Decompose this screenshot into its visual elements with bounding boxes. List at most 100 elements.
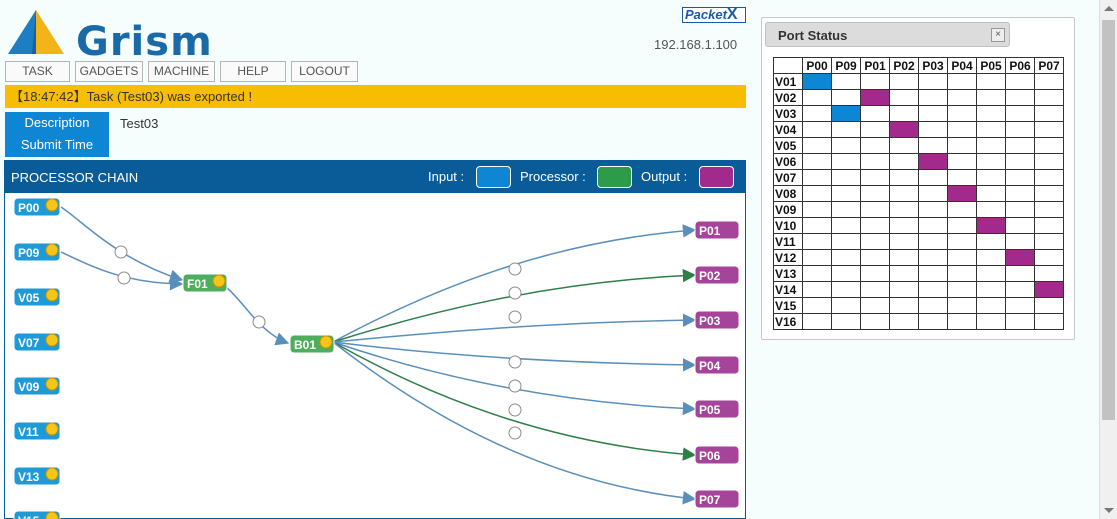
port-cell[interactable] xyxy=(1005,281,1035,298)
port-cell[interactable] xyxy=(1034,217,1064,234)
port-cell[interactable] xyxy=(889,249,919,266)
port-cell[interactable] xyxy=(1005,121,1035,138)
port-cell[interactable] xyxy=(860,265,890,282)
port-cell[interactable] xyxy=(1034,105,1064,122)
port-cell[interactable] xyxy=(976,281,1006,298)
port-cell[interactable] xyxy=(860,169,890,186)
port-cell[interactable] xyxy=(976,249,1006,266)
port-cell[interactable] xyxy=(976,153,1006,170)
port-cell[interactable] xyxy=(802,249,832,266)
port-cell[interactable] xyxy=(1034,89,1064,106)
port-cell[interactable] xyxy=(976,137,1006,154)
port-cell[interactable] xyxy=(1034,201,1064,218)
port-cell[interactable] xyxy=(947,137,977,154)
port-status-tab[interactable]: Port Status × xyxy=(765,22,1010,47)
port-cell[interactable] xyxy=(831,281,861,298)
port-cell[interactable] xyxy=(1034,121,1064,138)
port-cell[interactable] xyxy=(860,297,890,314)
port-cell[interactable] xyxy=(831,265,861,282)
port-cell[interactable] xyxy=(1005,313,1035,330)
port-cell[interactable] xyxy=(918,201,948,218)
port-cell[interactable] xyxy=(860,73,890,90)
close-icon[interactable]: × xyxy=(991,28,1005,42)
port-cell-active[interactable] xyxy=(1005,249,1035,266)
port-cell[interactable] xyxy=(947,313,977,330)
port-cell[interactable] xyxy=(947,281,977,298)
port-cell[interactable] xyxy=(860,313,890,330)
port-cell[interactable] xyxy=(918,73,948,90)
port-cell[interactable] xyxy=(947,297,977,314)
port-cell[interactable] xyxy=(1034,297,1064,314)
port-cell[interactable] xyxy=(831,73,861,90)
port-cell[interactable] xyxy=(802,105,832,122)
port-cell[interactable] xyxy=(860,249,890,266)
port-cell[interactable] xyxy=(831,121,861,138)
port-cell[interactable] xyxy=(1034,313,1064,330)
port-cell[interactable] xyxy=(1034,265,1064,282)
port-cell[interactable] xyxy=(802,153,832,170)
port-cell[interactable] xyxy=(1005,265,1035,282)
link-handle[interactable] xyxy=(114,245,128,259)
port-cell[interactable] xyxy=(947,153,977,170)
port-cell[interactable] xyxy=(918,121,948,138)
port-cell[interactable] xyxy=(976,169,1006,186)
port-cell[interactable] xyxy=(802,137,832,154)
menu-help-button[interactable]: HELP xyxy=(220,61,286,82)
link-handle[interactable] xyxy=(508,286,522,300)
port-cell[interactable] xyxy=(947,233,977,250)
port-cell[interactable] xyxy=(976,233,1006,250)
port-cell-active[interactable] xyxy=(802,73,832,90)
port-cell[interactable] xyxy=(889,201,919,218)
port-cell[interactable] xyxy=(918,281,948,298)
port-cell[interactable] xyxy=(802,233,832,250)
page-scrollbar[interactable] xyxy=(1099,0,1117,519)
port-cell[interactable] xyxy=(831,185,861,202)
port-cell[interactable] xyxy=(947,89,977,106)
port-cell[interactable] xyxy=(860,201,890,218)
port-cell[interactable] xyxy=(918,233,948,250)
port-cell-active[interactable] xyxy=(947,185,977,202)
port-cell-active[interactable] xyxy=(918,153,948,170)
port-cell[interactable] xyxy=(860,185,890,202)
link-handle[interactable] xyxy=(508,262,522,276)
port-cell[interactable] xyxy=(889,233,919,250)
port-cell[interactable] xyxy=(802,185,832,202)
port-cell[interactable] xyxy=(889,105,919,122)
port-cell[interactable] xyxy=(1005,137,1035,154)
port-cell[interactable] xyxy=(860,281,890,298)
port-cell[interactable] xyxy=(918,297,948,314)
port-cell[interactable] xyxy=(860,233,890,250)
port-cell[interactable] xyxy=(831,233,861,250)
port-cell[interactable] xyxy=(918,313,948,330)
port-cell[interactable] xyxy=(918,169,948,186)
port-cell[interactable] xyxy=(831,89,861,106)
port-cell[interactable] xyxy=(831,217,861,234)
port-cell[interactable] xyxy=(831,169,861,186)
port-cell[interactable] xyxy=(947,249,977,266)
port-cell[interactable] xyxy=(889,153,919,170)
port-cell[interactable] xyxy=(1034,153,1064,170)
port-cell[interactable] xyxy=(976,185,1006,202)
port-cell[interactable] xyxy=(831,297,861,314)
port-cell[interactable] xyxy=(860,153,890,170)
port-cell[interactable] xyxy=(918,185,948,202)
link-handle[interactable] xyxy=(117,271,131,285)
port-cell[interactable] xyxy=(1005,185,1035,202)
port-cell[interactable] xyxy=(976,73,1006,90)
port-cell[interactable] xyxy=(889,297,919,314)
port-cell[interactable] xyxy=(976,201,1006,218)
port-cell[interactable] xyxy=(947,265,977,282)
link-handle[interactable] xyxy=(508,403,522,417)
port-cell[interactable] xyxy=(831,137,861,154)
scroll-down-icon[interactable] xyxy=(1104,508,1114,513)
port-cell[interactable] xyxy=(1034,249,1064,266)
port-cell[interactable] xyxy=(889,313,919,330)
port-cell[interactable] xyxy=(976,105,1006,122)
port-cell[interactable] xyxy=(889,169,919,186)
port-cell[interactable] xyxy=(947,105,977,122)
menu-gadgets-button[interactable]: GADGETS xyxy=(75,61,143,82)
port-cell[interactable] xyxy=(947,121,977,138)
port-cell[interactable] xyxy=(947,217,977,234)
port-cell[interactable] xyxy=(1005,217,1035,234)
port-cell[interactable] xyxy=(889,265,919,282)
